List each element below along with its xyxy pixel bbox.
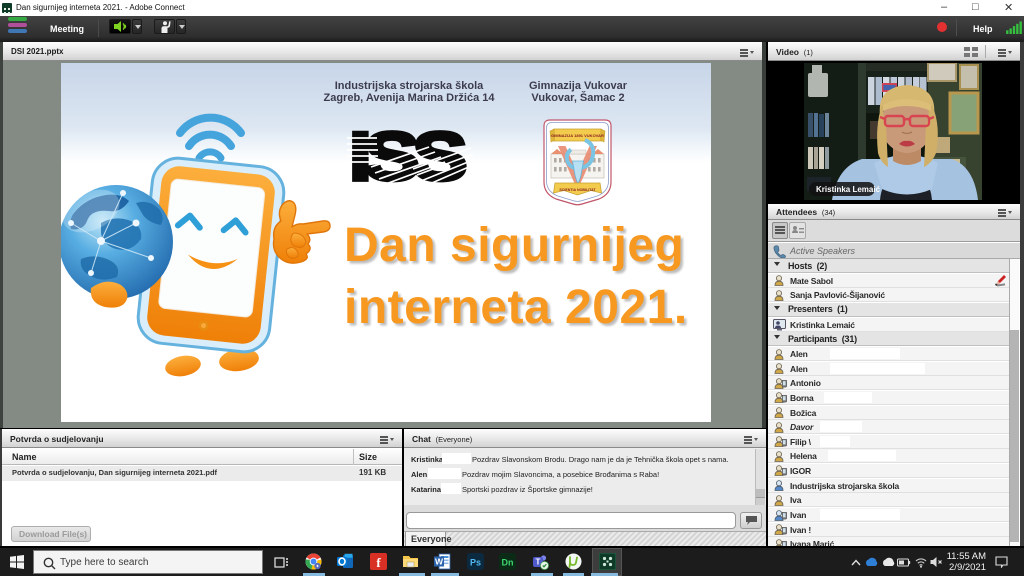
svg-text:T: T: [536, 558, 541, 567]
svg-text:Dn: Dn: [502, 558, 514, 568]
svg-text:GIMNAZIJA 1891 VUKOVAR: GIMNAZIJA 1891 VUKOVAR: [551, 133, 604, 138]
svg-text:SCIENTIA NOBILITAT: SCIENTIA NOBILITAT: [559, 188, 596, 192]
svg-text:W: W: [435, 557, 444, 567]
svg-text:f: f: [376, 555, 381, 570]
svg-text:Kristinka Lemaić: Kristinka Lemaić: [816, 185, 881, 194]
svg-text:Ps: Ps: [470, 558, 481, 568]
